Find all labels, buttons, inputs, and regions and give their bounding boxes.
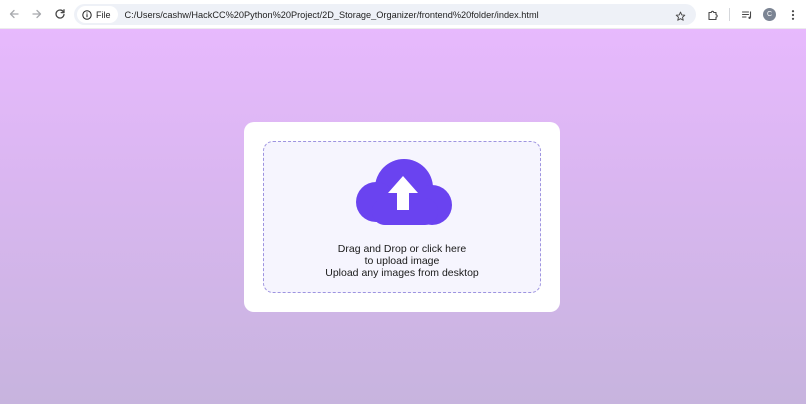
reload-icon (55, 9, 65, 19)
upload-text-line-2: to upload image (364, 255, 440, 267)
browser-toolbar: File C:/Users/cashw/HackCC%20Python%20Pr… (0, 0, 806, 29)
upload-text-line-3: Upload any images from desktop (325, 267, 479, 279)
arrow-right-icon (32, 9, 42, 19)
site-info-chip[interactable]: File (77, 6, 118, 23)
media-controls-button[interactable] (740, 8, 753, 21)
cloud-upload-icon (352, 158, 454, 226)
site-info-label: File (96, 9, 111, 20)
page-background: Drag and Drop or click here to upload im… (0, 29, 806, 404)
bookmark-button[interactable] (675, 9, 686, 21)
info-icon (82, 9, 92, 20)
playlist-icon (741, 10, 751, 19)
arrow-left-icon (9, 9, 19, 19)
url-text[interactable]: C:/Users/cashw/HackCC%20Python%20Project… (125, 10, 645, 20)
extensions-button[interactable] (706, 8, 719, 21)
browser-menu-button[interactable] (786, 8, 799, 21)
forward-button[interactable] (29, 6, 45, 22)
back-button[interactable] (6, 6, 22, 22)
profile-avatar[interactable]: C (763, 8, 776, 21)
upload-card: Drag and Drop or click here to upload im… (244, 122, 560, 312)
more-vert-icon (791, 9, 794, 20)
reload-button[interactable] (52, 6, 68, 22)
star-icon (675, 11, 686, 21)
puzzle-icon (707, 10, 718, 20)
address-bar[interactable]: File C:/Users/cashw/HackCC%20Python%20Pr… (74, 4, 696, 25)
upload-instructions: Drag and Drop or click here to upload im… (264, 243, 540, 279)
image-dropzone[interactable]: Drag and Drop or click here to upload im… (263, 141, 541, 293)
upload-text-line-1: Drag and Drop or click here (337, 243, 467, 255)
toolbar-divider (729, 8, 730, 21)
